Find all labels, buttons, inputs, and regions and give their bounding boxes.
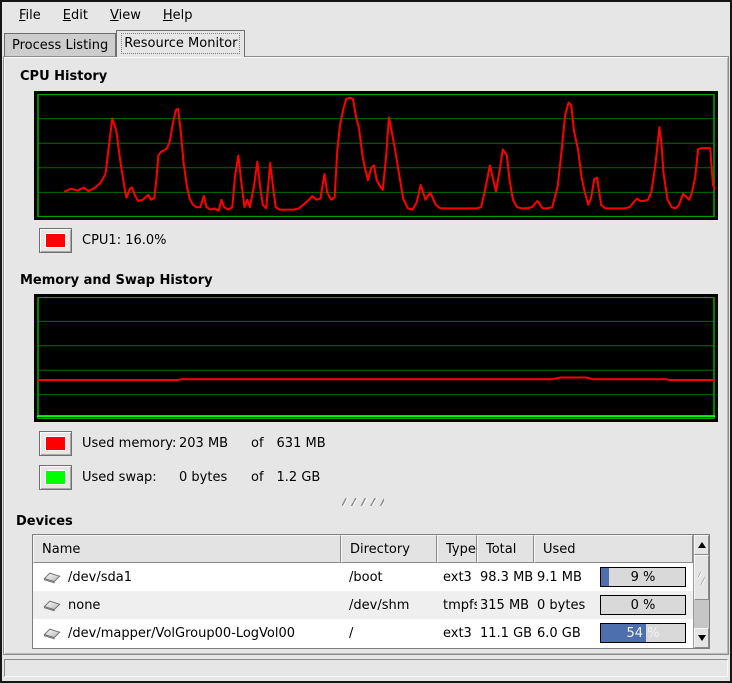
- used-percent-bar: 0 %: [600, 595, 686, 615]
- devices-scrollbar[interactable]: [693, 535, 709, 648]
- used-memory-value: 203 MB: [179, 436, 251, 451]
- legend-row-used-swap: Used swap:0 bytesof 1.2 GB: [39, 465, 718, 490]
- statusbar: [4, 659, 728, 677]
- menu-help[interactable]: Help: [152, 4, 204, 27]
- column-header-type[interactable]: Type: [437, 535, 477, 563]
- tab-process-listing[interactable]: Process Listing: [4, 33, 116, 56]
- device-total: 315 MB: [477, 598, 534, 613]
- used-percent-bar: 9 %: [600, 567, 686, 587]
- used-memory-of: of: [251, 436, 264, 451]
- device-used: 9.1 MB: [534, 570, 590, 585]
- cpu-legend-label: CPU1: 16.0%: [82, 233, 167, 248]
- cpu-history-title: CPU History: [20, 69, 718, 85]
- menubar: FileEditViewHelp: [2, 2, 730, 28]
- device-row[interactable]: none/dev/shmtmpfs315 MB0 bytes 0 %: [33, 591, 693, 619]
- used-swap-color-swatch: [46, 471, 65, 484]
- disk-icon: [43, 627, 61, 640]
- memory-legend: Used memory:203 MBof631 MBUsed swap:0 by…: [8, 431, 718, 490]
- system-monitor-window: FileEditViewHelp Process Listing Resource…: [0, 0, 732, 683]
- device-used-cell: 0 bytes 0 %: [534, 595, 693, 615]
- device-type: ext3: [437, 570, 477, 585]
- used-memory-color-swatch-button[interactable]: [39, 431, 72, 456]
- device-name-cell: /dev/sda1: [33, 570, 341, 585]
- legend-row-used-memory: Used memory:203 MBof 631 MB: [39, 431, 718, 456]
- device-directory: /dev/shm: [341, 598, 437, 613]
- device-used: 6.0 GB: [534, 626, 590, 641]
- down-arrow-icon: [698, 635, 706, 641]
- device-name-cell: /dev/mapper/VolGroup00-LogVol00: [33, 626, 341, 641]
- column-header-total[interactable]: Total: [477, 535, 534, 563]
- devices-title: Devices: [16, 514, 718, 530]
- used-memory-total: 631 MB: [277, 436, 326, 451]
- used-memory-label: Used memory:: [82, 436, 179, 451]
- disk-icon: [43, 571, 61, 584]
- used-swap-total: 1.2 GB: [277, 470, 321, 485]
- resource-monitor-page: CPU History CPU1: 16.0% Memory and Swap …: [3, 56, 729, 655]
- device-used: 0 bytes: [534, 598, 590, 613]
- device-directory: /: [341, 626, 437, 641]
- used-percent-label: 0 %: [601, 596, 685, 614]
- device-total: 11.1 GB: [477, 626, 534, 641]
- cpu-history-chart: [34, 91, 718, 220]
- scrollbar-track[interactable]: [694, 555, 709, 628]
- column-header-directory[interactable]: Directory: [341, 535, 437, 563]
- devices-table: NameDirectoryTypeTotalUsed /dev/sda1/boo…: [32, 534, 710, 649]
- pane-resize-grip[interactable]: [342, 498, 384, 506]
- menu-file[interactable]: File: [8, 4, 52, 27]
- memory-history-title: Memory and Swap History: [20, 273, 718, 289]
- cpu-color-swatch: [46, 234, 65, 247]
- device-used-cell: 9.1 MB 9 %: [534, 567, 693, 587]
- device-name: /dev/mapper/VolGroup00-LogVol00: [68, 626, 295, 641]
- cpu-color-swatch-button[interactable]: [39, 228, 72, 253]
- used-swap-label: Used swap:: [82, 470, 179, 485]
- scrollbar-thumb[interactable]: [694, 555, 709, 600]
- scroll-down-button[interactable]: [694, 628, 709, 648]
- memory-swap-history-chart: [34, 294, 718, 422]
- devices-table-header: NameDirectoryTypeTotalUsed: [33, 535, 693, 563]
- scroll-up-button[interactable]: [694, 535, 709, 555]
- used-swap-color-swatch-button[interactable]: [39, 465, 72, 490]
- thumb-grip-icon: [698, 572, 705, 585]
- disk-icon: [43, 599, 61, 612]
- tab-resource-monitor[interactable]: Resource Monitor: [116, 30, 245, 57]
- used-percent-label: 9 %: [601, 568, 685, 586]
- column-header-used[interactable]: Used: [534, 535, 693, 563]
- up-arrow-icon: [698, 542, 706, 548]
- column-header-name[interactable]: Name: [33, 535, 341, 563]
- device-name-cell: none: [33, 598, 341, 613]
- device-total: 98.3 MB: [477, 570, 534, 585]
- device-type: tmpfs: [437, 598, 477, 613]
- menu-view[interactable]: View: [99, 4, 152, 27]
- devices-tree: NameDirectoryTypeTotalUsed /dev/sda1/boo…: [33, 535, 693, 648]
- used-memory-color-swatch: [46, 437, 65, 450]
- menu-edit[interactable]: Edit: [52, 4, 99, 27]
- tab-label: Resource Monitor: [124, 36, 237, 51]
- device-directory: /boot: [341, 570, 437, 585]
- tab-strip: Process Listing Resource Monitor: [2, 28, 730, 56]
- used-swap-value: 0 bytes: [179, 470, 251, 485]
- device-used-cell: 6.0 GB 54 %: [534, 623, 693, 643]
- used-percent-label: 54 %: [601, 624, 685, 642]
- used-swap-of: of: [251, 470, 264, 485]
- cpu-legend: CPU1: 16.0%: [39, 228, 718, 253]
- devices-table-body: /dev/sda1/bootext398.3 MB9.1 MB9 %none/d…: [33, 563, 693, 647]
- device-row[interactable]: /dev/sda1/bootext398.3 MB9.1 MB 9 %: [33, 563, 693, 591]
- tab-label: Process Listing: [12, 38, 108, 53]
- used-percent-bar: 54 %: [600, 623, 686, 643]
- device-name: /dev/sda1: [68, 570, 132, 585]
- device-type: ext3: [437, 626, 477, 641]
- device-name: none: [68, 598, 100, 613]
- device-row[interactable]: /dev/mapper/VolGroup00-LogVol00 /ext311.1…: [33, 619, 693, 647]
